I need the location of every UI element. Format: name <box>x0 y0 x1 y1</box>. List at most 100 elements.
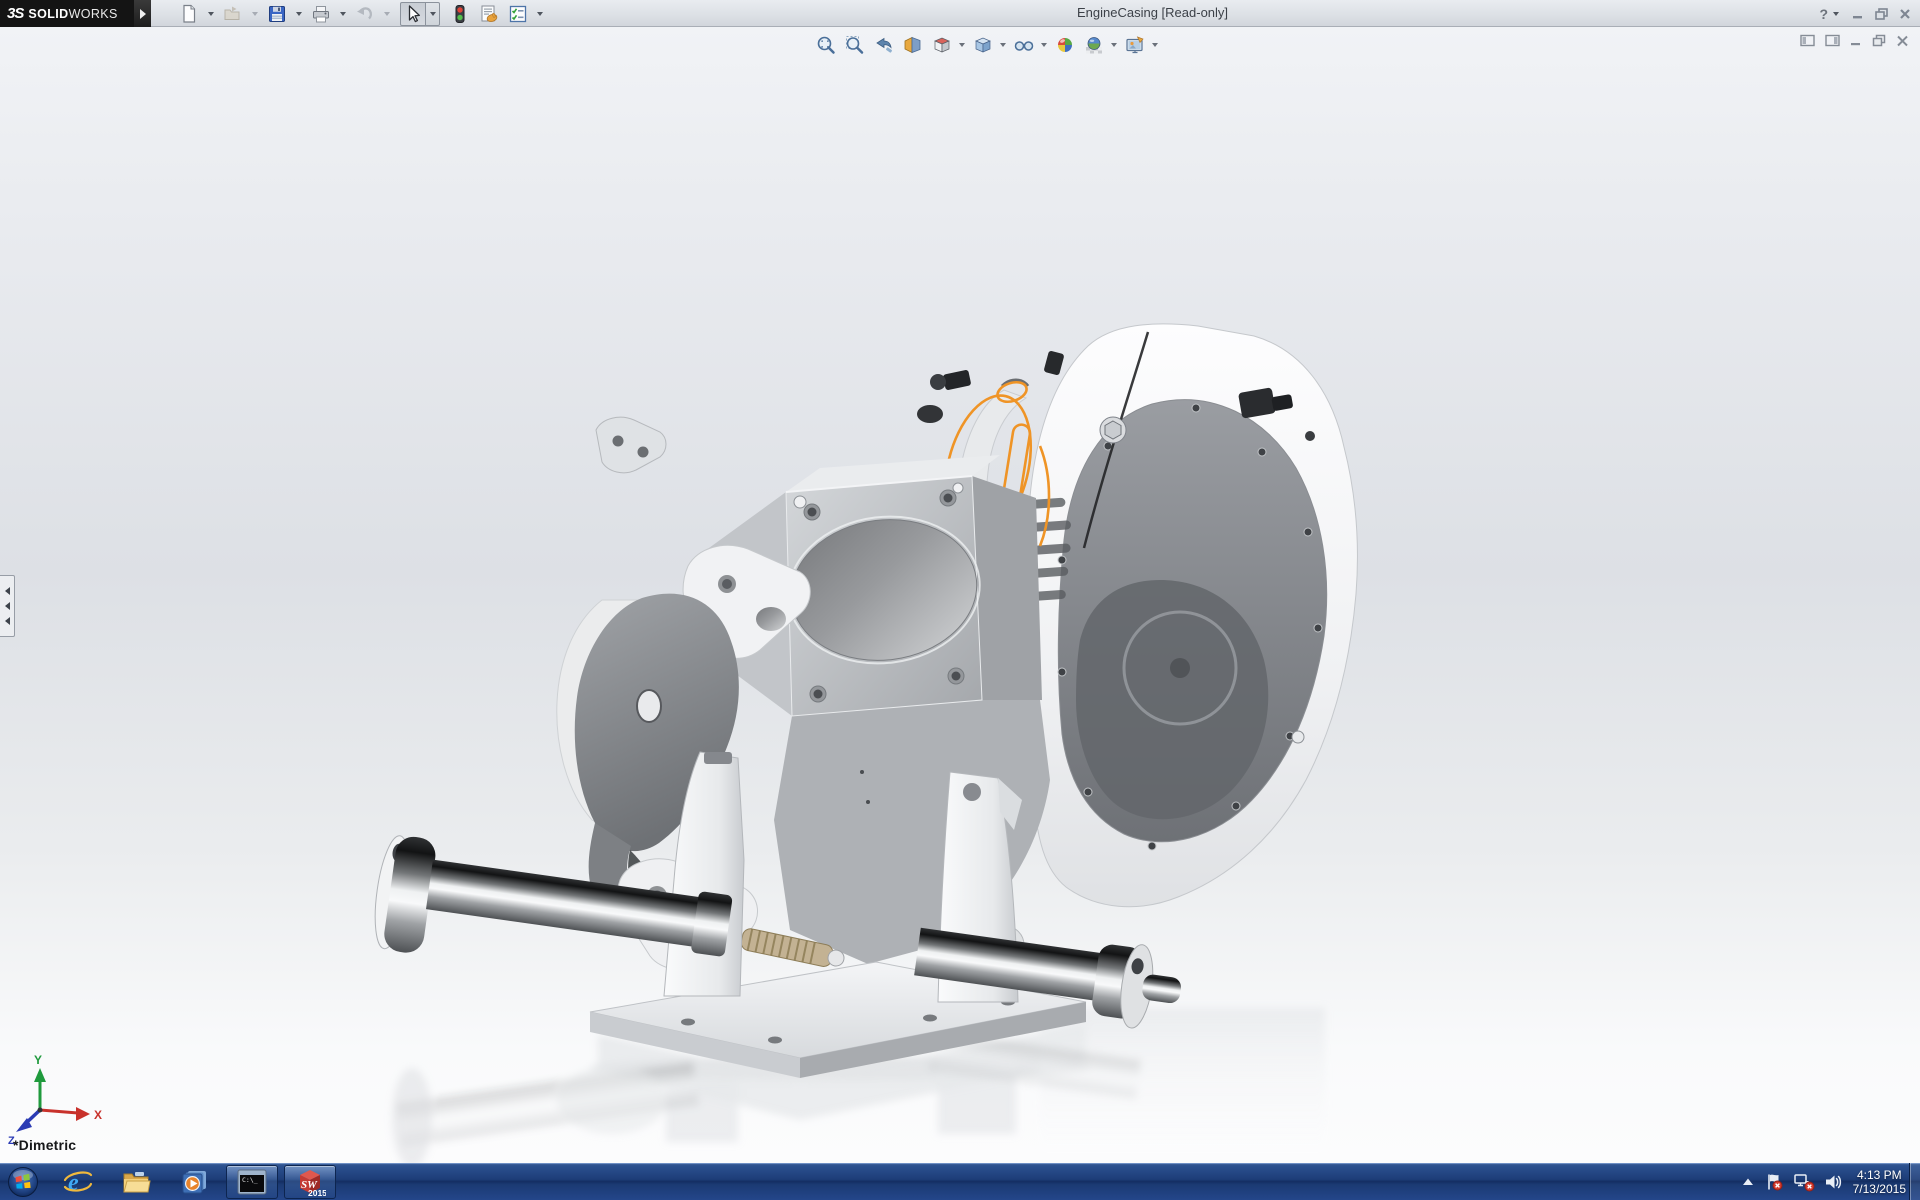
taskbar-solidworks-2015[interactable]: SW 2015 <box>284 1165 336 1199</box>
previous-view-button[interactable] <box>870 33 897 57</box>
section-view-button[interactable] <box>899 33 926 57</box>
select-dropdown[interactable] <box>426 2 440 26</box>
restore-button[interactable] <box>1874 7 1889 21</box>
solidworks-logo-bold: SOLID <box>28 7 68 21</box>
media-player-icon <box>179 1167 209 1197</box>
triad-x-label: X <box>94 1108 102 1122</box>
minimize-button[interactable] <box>1851 7 1865 21</box>
view-orientation-button[interactable] <box>928 33 955 57</box>
close-icon <box>1898 7 1912 21</box>
apply-scene-button[interactable] <box>1080 33 1107 57</box>
view-settings-button[interactable] <box>1121 33 1148 57</box>
section-view-icon <box>902 34 924 56</box>
titlebar: 3S SOLIDWORKS <box>0 0 1920 27</box>
view-orientation-label: *Dimetric <box>13 1137 76 1153</box>
new-document-dropdown[interactable] <box>208 12 214 16</box>
zoom-to-fit-icon <box>815 34 837 56</box>
speaker-icon <box>1824 1172 1844 1192</box>
view-settings-icon <box>1124 34 1146 56</box>
menu-flyout-arrow[interactable] <box>134 0 151 27</box>
file-explorer-icon <box>121 1167 151 1197</box>
new-document-icon <box>178 3 200 25</box>
windows-taskbar: e C:\_ <box>0 1163 1920 1200</box>
volume-icon[interactable] <box>1824 1172 1844 1192</box>
apply-scene-dropdown[interactable] <box>1111 43 1117 47</box>
solidworks-logo[interactable]: 3S SOLIDWORKS <box>0 0 134 27</box>
hide-show-items-icon <box>1013 34 1035 56</box>
file-properties-button[interactable] <box>476 2 502 26</box>
undo-dropdown[interactable] <box>384 12 390 16</box>
solidworks-logo-mark: 3S <box>7 5 23 22</box>
graphics-area[interactable]: Y X Z <box>0 27 1920 1163</box>
minimize-icon <box>1851 7 1865 21</box>
rebuild-traffic-light-button[interactable] <box>447 2 473 26</box>
zoom-to-fit-button[interactable] <box>812 33 839 57</box>
taskbar-file-explorer[interactable] <box>110 1165 162 1199</box>
previous-view-icon <box>873 34 895 56</box>
save-button[interactable] <box>264 2 290 26</box>
select-button[interactable] <box>400 2 426 26</box>
hide-show-items-dropdown[interactable] <box>1041 43 1047 47</box>
taskbar-media-player[interactable] <box>168 1165 220 1199</box>
system-tray: 4:13 PM 7/13/2015 <box>1741 1163 1906 1200</box>
solidworks-window: { "titlebar": { "logo_mark": "3S", "app_… <box>0 0 1920 1200</box>
open-dropdown[interactable] <box>252 12 258 16</box>
print-dropdown[interactable] <box>340 12 346 16</box>
close-document-icon <box>1895 33 1910 48</box>
options-dropdown[interactable] <box>537 12 543 16</box>
network-status-icon[interactable] <box>1793 1172 1815 1192</box>
collapse-arrow-icon <box>5 602 10 610</box>
edit-appearance-icon <box>1054 34 1076 56</box>
help-dropdown[interactable] <box>1833 12 1839 16</box>
view-settings-dropdown[interactable] <box>1152 43 1158 47</box>
taskbar-internet-explorer[interactable]: e <box>52 1165 104 1199</box>
options-button[interactable] <box>505 2 531 26</box>
open-icon <box>222 3 244 25</box>
open-button[interactable] <box>220 2 246 26</box>
help-button[interactable]: ? <box>1819 6 1828 22</box>
undo-icon <box>354 3 376 25</box>
start-button[interactable] <box>0 1163 46 1200</box>
standard-toolbar <box>176 1 546 26</box>
restore-document-button[interactable] <box>1871 33 1887 48</box>
display-style-button[interactable] <box>969 33 996 57</box>
collapse-right-pane-icon <box>1824 33 1841 48</box>
taskbar-items: e C:\_ <box>52 1163 336 1200</box>
casing-hex-bolt <box>1100 417 1126 443</box>
window-controls: ? <box>1819 0 1912 27</box>
document-window-controls <box>1799 33 1910 48</box>
hide-show-items-button[interactable] <box>1010 33 1037 57</box>
clock-date: 7/13/2015 <box>1853 1182 1906 1196</box>
restore-icon <box>1874 7 1889 21</box>
close-button[interactable] <box>1898 7 1912 21</box>
network-disconnected-icon <box>1793 1172 1815 1192</box>
headsup-view-toolbar <box>812 33 1160 57</box>
view-orientation-dropdown[interactable] <box>959 43 965 47</box>
flag-icon <box>1764 1172 1784 1192</box>
undo-button[interactable] <box>352 2 378 26</box>
taskbar-clock[interactable]: 4:13 PM 7/13/2015 <box>1853 1168 1906 1196</box>
file-properties-icon <box>478 3 500 25</box>
new-document-button[interactable] <box>176 2 202 26</box>
save-dropdown[interactable] <box>296 12 302 16</box>
show-desktop-button[interactable] <box>1909 1163 1920 1200</box>
action-center-flag[interactable] <box>1764 1172 1784 1192</box>
collapse-right-pane-button[interactable] <box>1824 33 1841 48</box>
display-style-dropdown[interactable] <box>1000 43 1006 47</box>
taskbar-command-prompt[interactable]: C:\_ <box>226 1165 278 1199</box>
save-icon <box>266 3 288 25</box>
zoom-to-area-button[interactable] <box>841 33 868 57</box>
edit-appearance-button[interactable] <box>1051 33 1078 57</box>
minimize-document-button[interactable] <box>1849 33 1863 48</box>
print-button[interactable] <box>308 2 334 26</box>
feature-manager-collapsed-tab[interactable] <box>0 575 15 637</box>
close-document-button[interactable] <box>1895 33 1910 48</box>
collapse-left-pane-button[interactable] <box>1799 33 1816 48</box>
view-orientation-icon <box>931 34 953 56</box>
restore-document-icon <box>1871 33 1887 48</box>
model-canvas[interactable]: Y X Z <box>0 27 1920 1163</box>
show-hidden-icons-button[interactable] <box>1741 1177 1755 1187</box>
internet-explorer-icon: e <box>63 1167 93 1197</box>
clock-time: 4:13 PM <box>1853 1168 1906 1182</box>
collapse-arrow-icon <box>5 587 10 595</box>
